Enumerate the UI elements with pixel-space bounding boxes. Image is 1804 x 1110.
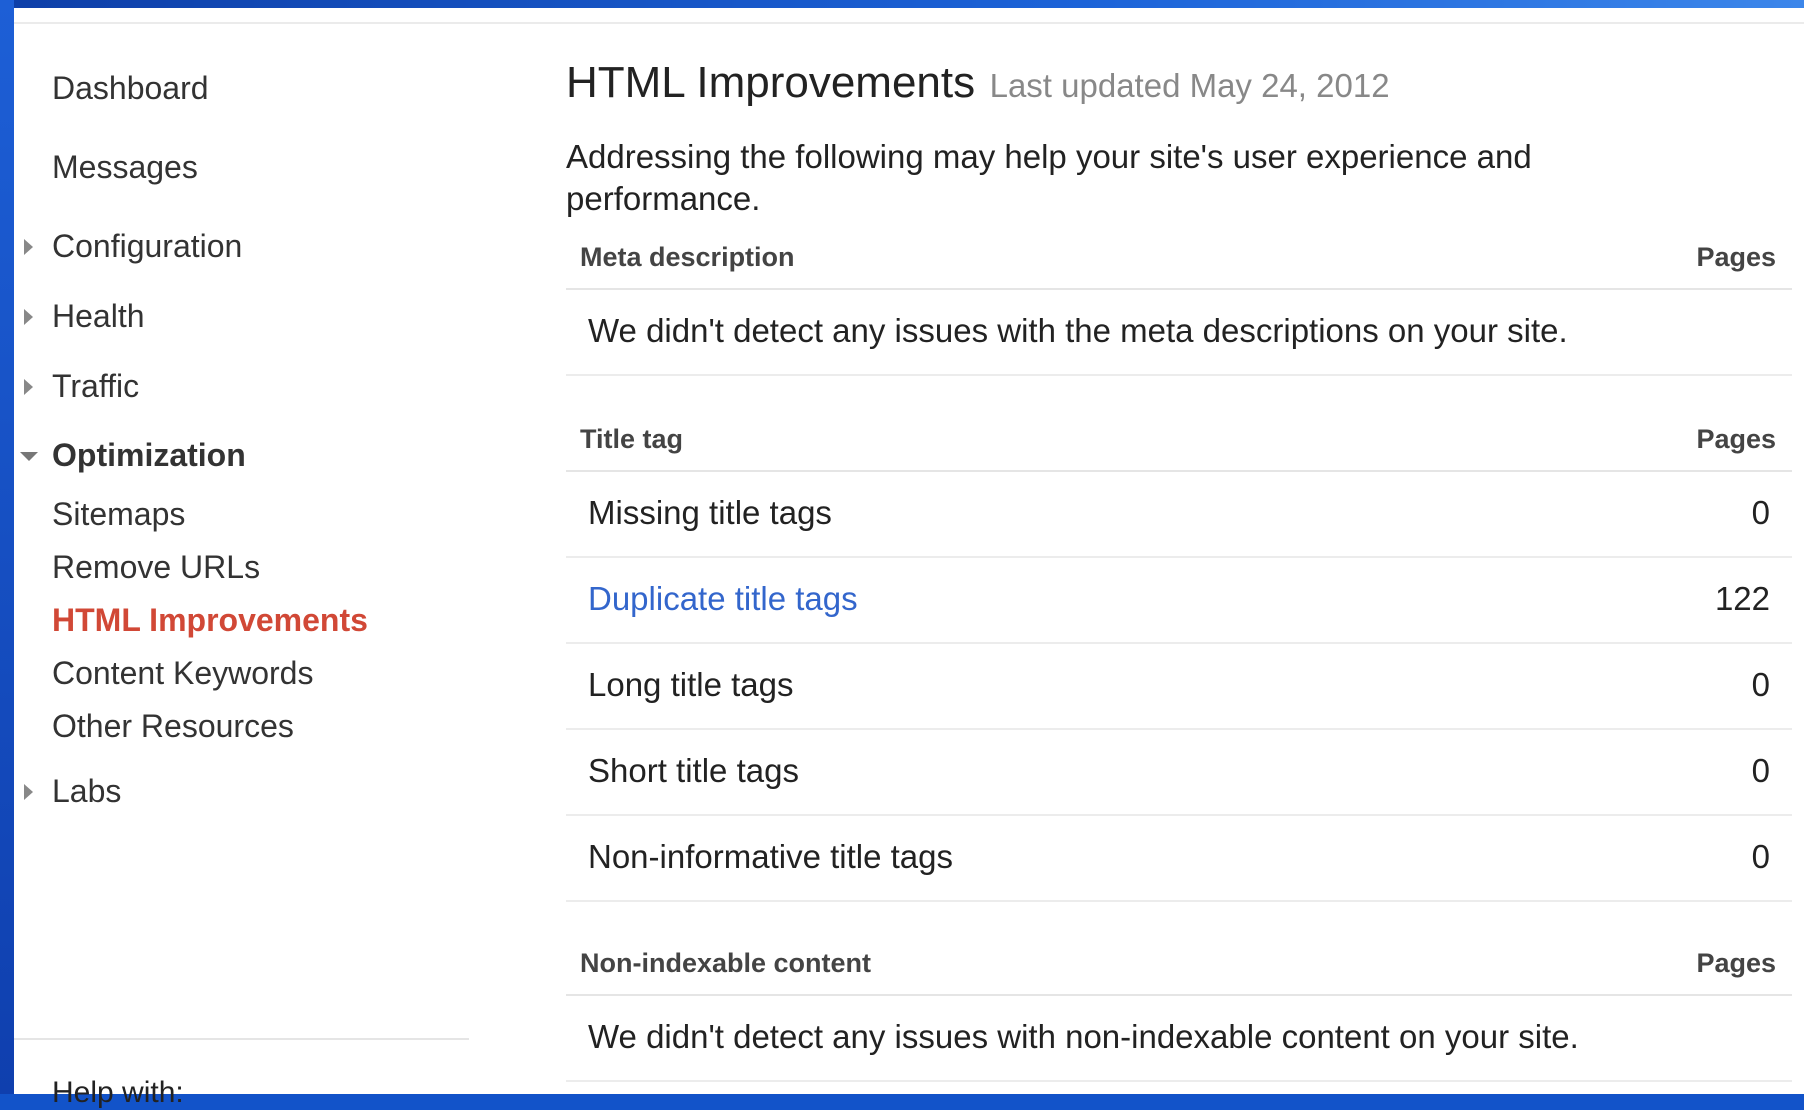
expand-arrow-icon <box>24 783 33 800</box>
column-header-pages: Pages <box>1696 948 1776 978</box>
row-label: Non-informative title tags <box>588 838 953 875</box>
column-header-label: Meta description <box>580 242 795 272</box>
sidebar-item-dashboard[interactable]: Dashboard <box>52 70 209 107</box>
window-left-border <box>0 0 14 1094</box>
meta-description-message-row: We didn't detect any issues with the met… <box>566 290 1792 376</box>
sidebar-item-optimization[interactable]: Optimization <box>20 437 246 474</box>
expand-arrow-icon <box>24 378 33 395</box>
sidebar-item-messages[interactable]: Messages <box>52 149 198 186</box>
collapse-arrow-icon <box>20 451 38 461</box>
table-row-missing-title-tags: Missing title tags 0 <box>566 472 1792 558</box>
last-updated-text: Last updated May 24, 2012 <box>989 67 1390 104</box>
non-indexable-message-row: We didn't detect any issues with non-ind… <box>566 996 1792 1082</box>
row-page-count: 0 <box>1751 666 1770 703</box>
main-content: HTML Improvements Last updated May 24, 2… <box>552 8 1792 1094</box>
title-tag-header: Title tag Pages <box>566 412 1792 472</box>
sidebar-item-remove-urls[interactable]: Remove URLs <box>52 549 260 586</box>
window-top-border <box>0 0 1804 8</box>
column-header-label: Title tag <box>580 424 684 454</box>
column-header-pages: Pages <box>1696 242 1776 272</box>
duplicate-title-tags-link[interactable]: Duplicate title tags <box>588 580 858 618</box>
sidebar-nav: Dashboard Messages Configuration Health … <box>14 8 484 1109</box>
row-page-count: 0 <box>1751 838 1770 875</box>
table-row-non-informative-title-tags: Non-informative title tags 0 <box>566 816 1792 902</box>
row-label: Missing title tags <box>588 494 832 531</box>
column-header-label: Non-indexable content <box>580 948 872 978</box>
help-with-label: Help with: <box>52 1076 184 1109</box>
sidebar-item-other-resources[interactable]: Other Resources <box>52 708 294 745</box>
row-label: Short title tags <box>588 752 799 789</box>
sidebar-item-configuration[interactable]: Configuration <box>24 228 243 265</box>
non-indexable-message: We didn't detect any issues with non-ind… <box>588 1018 1579 1055</box>
webmaster-tools-page: Dashboard Messages Configuration Health … <box>14 8 1804 1109</box>
sidebar-item-html-improvements[interactable]: HTML Improvements <box>52 602 368 639</box>
meta-description-header: Meta description Pages <box>566 230 1792 290</box>
meta-description-message: We didn't detect any issues with the met… <box>588 312 1568 349</box>
column-header-pages: Pages <box>1696 424 1776 454</box>
table-row-duplicate-title-tags: Duplicate title tags 122 <box>566 558 1792 644</box>
table-row-short-title-tags: Short title tags 0 <box>566 730 1792 816</box>
sidebar-item-health[interactable]: Health <box>24 298 145 335</box>
sidebar-item-label: Optimization <box>52 437 246 473</box>
row-label: Long title tags <box>588 666 794 703</box>
sidebar-item-traffic[interactable]: Traffic <box>24 368 140 405</box>
sidebar-item-content-keywords[interactable]: Content Keywords <box>52 655 313 692</box>
expand-arrow-icon <box>24 238 33 255</box>
sidebar-item-label: Configuration <box>52 228 243 264</box>
non-indexable-content-header: Non-indexable content Pages <box>566 936 1792 996</box>
sidebar-divider <box>14 1038 469 1040</box>
sidebar-item-label: Health <box>52 298 145 334</box>
sidebar-item-label: Labs <box>52 773 122 809</box>
sidebar-item-sitemaps[interactable]: Sitemaps <box>52 496 185 533</box>
table-row-long-title-tags: Long title tags 0 <box>566 644 1792 730</box>
row-page-count: 122 <box>1714 580 1770 617</box>
row-page-count: 0 <box>1751 494 1770 531</box>
row-page-count: 0 <box>1751 752 1770 789</box>
expand-arrow-icon <box>24 308 33 325</box>
intro-text: Addressing the following may help your s… <box>566 138 1532 217</box>
page-title: HTML Improvements <box>566 58 976 107</box>
sidebar-item-label: Traffic <box>52 368 140 404</box>
sidebar-item-labs[interactable]: Labs <box>24 773 122 810</box>
page-heading: HTML Improvements Last updated May 24, 2… <box>566 58 1390 108</box>
